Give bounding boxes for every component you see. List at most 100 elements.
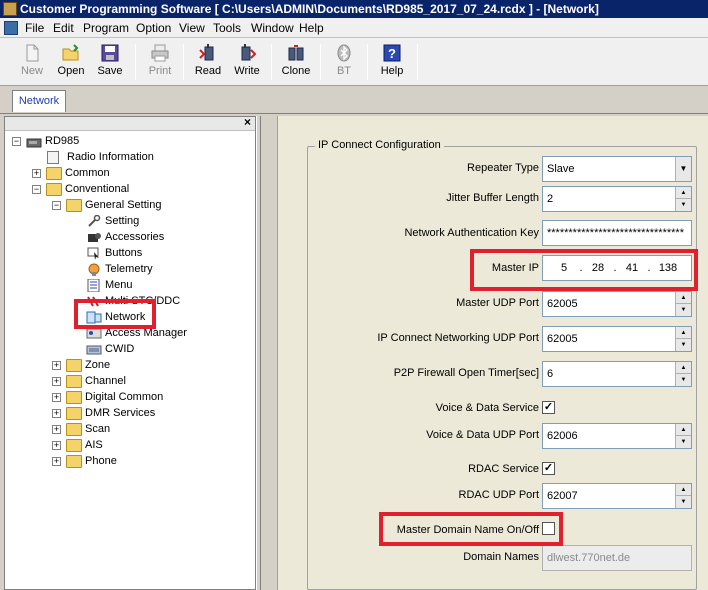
jitter-buffer-spinbox[interactable]: 2 ▲ ▼ xyxy=(542,186,692,212)
rdac-service-checkbox[interactable]: ✓ xyxy=(542,462,555,475)
voice-data-service-checkbox[interactable]: ✓ xyxy=(542,401,555,414)
menu-window[interactable]: Window xyxy=(251,21,294,35)
expand-icon[interactable]: + xyxy=(52,425,61,434)
tab-network[interactable]: Network xyxy=(12,90,66,112)
tree-node-rd985[interactable]: − RD985 xyxy=(12,134,212,150)
tree-node-setting[interactable]: Setting xyxy=(72,214,252,230)
read-button[interactable]: Read xyxy=(189,42,227,82)
wrench-icon xyxy=(88,215,101,227)
telemetry-icon xyxy=(88,263,100,276)
tree-node-radio-information[interactable]: Radio Information xyxy=(32,150,232,166)
spin-down-icon[interactable]: ▼ xyxy=(676,374,691,386)
chevron-down-icon[interactable]: ▼ xyxy=(675,157,691,181)
new-button[interactable]: New xyxy=(13,42,51,82)
menu-tools[interactable]: Tools xyxy=(213,21,241,35)
spin-up-icon[interactable]: ▲ xyxy=(676,187,691,199)
domain-names-label: Domain Names xyxy=(463,551,539,563)
master-udp-spinbox[interactable]: 62005 ▲ ▼ xyxy=(542,291,692,317)
window-title: Customer Programming Software [ C:\Users… xyxy=(20,2,599,16)
write-button[interactable]: Write xyxy=(228,42,266,82)
collapse-icon[interactable]: − xyxy=(52,201,61,210)
save-button[interactable]: Save xyxy=(91,42,129,82)
master-domain-highlight-box xyxy=(379,512,563,546)
tree-node-scan[interactable]: + Scan xyxy=(52,422,252,438)
print-button[interactable]: Print xyxy=(141,42,179,82)
title-bar: Customer Programming Software [ C:\Users… xyxy=(0,0,708,18)
expand-icon[interactable]: + xyxy=(52,409,61,418)
spin-down-icon[interactable]: ▼ xyxy=(676,496,691,508)
collapse-icon[interactable]: − xyxy=(32,185,41,194)
spin-up-icon[interactable]: ▲ xyxy=(676,424,691,436)
spin-buttons: ▲ ▼ xyxy=(675,327,691,351)
spin-up-icon[interactable]: ▲ xyxy=(676,484,691,496)
new-file-icon xyxy=(26,44,39,62)
spin-down-icon[interactable]: ▼ xyxy=(676,199,691,211)
expand-icon[interactable]: + xyxy=(52,457,61,466)
toolbar-separator xyxy=(367,44,368,80)
rdac-udp-spinbox[interactable]: 62007 ▲ ▼ xyxy=(542,483,692,509)
ipc-udp-label: IP Connect Networking UDP Port xyxy=(377,332,539,344)
menu-program[interactable]: Program xyxy=(83,21,129,35)
folder-icon xyxy=(66,423,82,436)
spin-up-icon[interactable]: ▲ xyxy=(676,362,691,374)
help-button[interactable]: ? Help xyxy=(373,42,411,82)
spin-buttons: ▲ ▼ xyxy=(675,292,691,316)
collapse-icon[interactable]: − xyxy=(12,137,21,146)
menu-view[interactable]: View xyxy=(179,21,205,35)
menu-help[interactable]: Help xyxy=(299,21,324,35)
toolbar: New Open Save Print Read Write Clone BT … xyxy=(0,38,708,86)
master-udp-label: Master UDP Port xyxy=(456,297,539,309)
auth-key-label: Network Authentication Key xyxy=(404,227,539,239)
app-icon xyxy=(3,2,17,16)
tree-node-dmr-services[interactable]: + DMR Services xyxy=(52,406,252,422)
repeater-type-select[interactable]: Slave ▼ xyxy=(542,156,692,182)
tree-node-buttons[interactable]: Buttons xyxy=(72,246,252,262)
cursor-button-icon xyxy=(87,247,99,260)
tree-node-channel[interactable]: + Channel xyxy=(52,374,252,390)
folder-icon xyxy=(66,199,82,212)
close-icon[interactable]: × xyxy=(244,115,251,129)
tree-node-accessories[interactable]: Accessories xyxy=(72,230,252,246)
folder-icon xyxy=(66,391,82,404)
spin-up-icon[interactable]: ▲ xyxy=(676,327,691,339)
voice-data-udp-spinbox[interactable]: 62006 ▲ ▼ xyxy=(542,423,692,449)
bt-button[interactable]: BT xyxy=(325,42,363,82)
spin-down-icon[interactable]: ▼ xyxy=(676,436,691,448)
spin-down-icon[interactable]: ▼ xyxy=(676,304,691,316)
expand-icon[interactable]: + xyxy=(52,441,61,450)
open-button[interactable]: Open xyxy=(52,42,90,82)
menu-file[interactable]: File xyxy=(25,21,44,35)
expand-icon[interactable]: + xyxy=(52,393,61,402)
tree-node-telemetry[interactable]: Telemetry xyxy=(72,262,252,278)
menu-edit[interactable]: Edit xyxy=(53,21,74,35)
tree-node-zone[interactable]: + Zone xyxy=(52,358,252,374)
master-ip-highlight-box xyxy=(470,249,698,291)
expand-icon[interactable]: + xyxy=(52,377,61,386)
spin-up-icon[interactable]: ▲ xyxy=(676,292,691,304)
master-udp-value: 62005 xyxy=(547,298,578,310)
spin-down-icon[interactable]: ▼ xyxy=(676,339,691,351)
open-folder-icon xyxy=(62,44,79,61)
tree-node-general-setting[interactable]: − General Setting xyxy=(52,198,252,214)
tree-node-conventional[interactable]: − Conventional xyxy=(32,182,232,198)
printer-icon xyxy=(151,44,169,62)
ipc-udp-spinbox[interactable]: 62005 ▲ ▼ xyxy=(542,326,692,352)
expand-icon[interactable]: + xyxy=(32,169,41,178)
document-icon[interactable] xyxy=(4,21,18,35)
tree-node-digital-common[interactable]: + Digital Common xyxy=(52,390,252,406)
toolbar-separator xyxy=(183,44,184,80)
clone-button[interactable]: Clone xyxy=(277,42,315,82)
tree-node-phone[interactable]: + Phone xyxy=(52,454,252,470)
tree-node-cwid[interactable]: CWID xyxy=(72,342,252,358)
auth-key-field[interactable]: ******************************** xyxy=(542,220,692,246)
expand-icon[interactable]: + xyxy=(52,361,61,370)
menu-option[interactable]: Option xyxy=(136,21,171,35)
rdac-service-label: RDAC Service xyxy=(468,463,539,475)
tree-node-ais[interactable]: + AIS xyxy=(52,438,252,454)
radio-device-icon xyxy=(26,138,42,148)
p2p-timer-spinbox[interactable]: 6 ▲ ▼ xyxy=(542,361,692,387)
tree-node-common[interactable]: + Common xyxy=(32,166,232,182)
domain-names-field[interactable]: dlwest.770net.de xyxy=(542,545,692,571)
clone-icon xyxy=(288,45,304,61)
tree-node-menu[interactable]: Menu xyxy=(72,278,252,294)
